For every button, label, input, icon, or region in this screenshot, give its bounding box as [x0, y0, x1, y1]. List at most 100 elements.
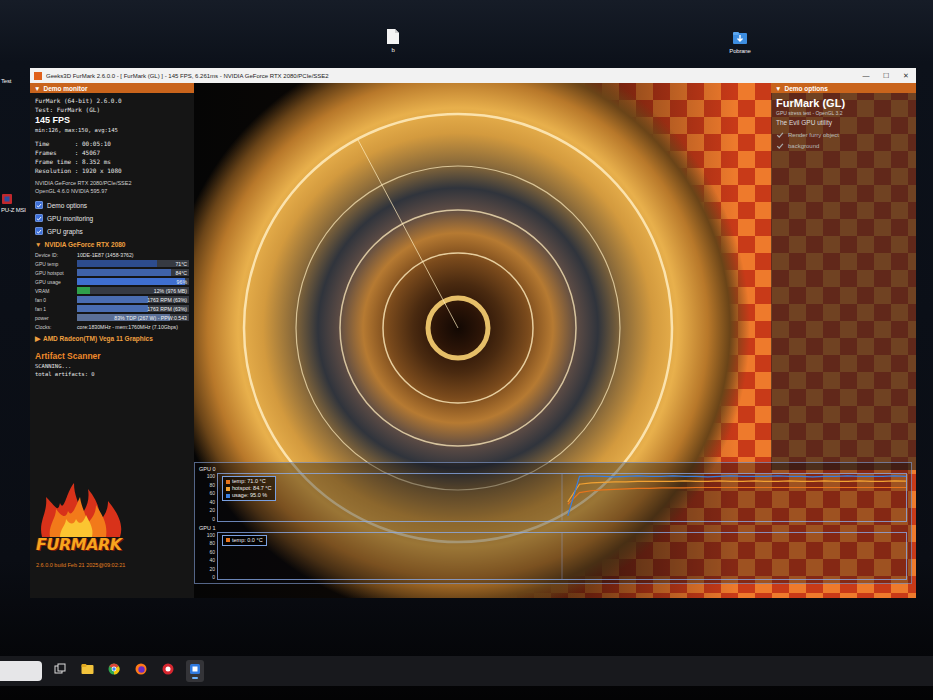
gpu-metric-value: 71°C [175, 261, 187, 267]
demo-description: GPU stress test - OpenGL 3.2The Evil GPU… [771, 110, 916, 130]
legend-item: usage: 95.0 % [226, 492, 272, 499]
graph-plot: temp: 0.0 °C [217, 532, 907, 581]
panel-header-label: Demo monitor [43, 85, 87, 92]
desktop-icon-label: Pobrane [729, 48, 750, 54]
demo-option-row[interactable]: background [771, 141, 916, 152]
check-icon [36, 228, 42, 235]
legend-item: temp: 71.0 °C [226, 478, 272, 485]
window-control-button[interactable]: ✕ [902, 72, 910, 80]
gpu-metric-row: GPU temp71°C [35, 260, 189, 268]
taskbar-app[interactable] [132, 660, 150, 682]
gpu-metric-label: GPU usage [35, 279, 75, 285]
desktop-icon[interactable]: b [373, 28, 413, 53]
graph-axis: 100806040200 [199, 473, 215, 522]
gpu-metric-row: GPU hotspot84°C [35, 269, 189, 277]
demo-option-row[interactable]: Render furry object [771, 130, 916, 141]
downloads-folder-icon [732, 30, 748, 46]
desktop-icon-label: b [391, 47, 394, 53]
renderer-info: NVIDIA GeForce RTX 2080/PCIe/SSE2OpenGL … [30, 177, 194, 198]
gpu-metric-bar: 1763 RPM (63%) [77, 296, 189, 303]
panel-header[interactable]: ▼Demo monitor [30, 83, 194, 93]
collapse-toggle[interactable]: ▼ [34, 85, 40, 92]
graph-line [568, 481, 906, 502]
option-label: Demo options [47, 202, 87, 209]
expand-toggle[interactable]: ▶ [35, 335, 40, 343]
demo-title: FurMark (GL) [771, 93, 916, 110]
clocks-value: core:1830MHz - mem:1760MHz (7.10Gbps) [77, 324, 189, 330]
window-body: ▼Demo monitorFurMark (64-bit) 2.6.0.0Tes… [30, 83, 916, 598]
furmark-logo: FURMARK 2.6.0.0 build Feb 21 2025@09:02:2… [30, 483, 194, 598]
taskbar-app[interactable] [105, 660, 123, 682]
legend-label: temp: 0.0 °C [232, 537, 263, 544]
window-control-button[interactable]: — [862, 72, 870, 80]
demo-monitor-panel: ▼Demo monitorFurMark (64-bit) 2.6.0.0Tes… [30, 83, 194, 598]
graph-line [568, 487, 906, 504]
file-explorer-icon [81, 663, 94, 675]
graph-axis: 100806040200 [199, 532, 215, 581]
checkbox[interactable] [35, 227, 43, 235]
gpu-metric-value: 1763 RPM (63%) [147, 297, 187, 303]
legend-item: hotspot: 84.7 °C [226, 485, 272, 492]
furmark-icon [189, 663, 201, 675]
check-icon [776, 131, 784, 139]
gpu-header[interactable]: ▶AMD Radeon(TM) Vega 11 Graphics [30, 333, 194, 345]
axis-tick: 100 [207, 473, 215, 479]
axis-tick: 80 [209, 540, 215, 546]
graph-legend: temp: 71.0 °Chotspot: 84.7 °Cusage: 95.0… [222, 476, 276, 501]
option-checkbox-row[interactable]: GPU monitoring [35, 213, 189, 224]
demo-options-panel: ▼Demo optionsFurMark (GL)GPU stress test… [771, 83, 916, 470]
build-info: 2.6.0.0 build Feb 21 2025@09:02:21 [36, 562, 125, 568]
app-icon [162, 663, 174, 675]
gpu-metric-value: 83% TDP (267 W) - PPW:0.543 [114, 315, 187, 321]
collapse-toggle[interactable]: ▼ [35, 241, 41, 248]
taskbar-app[interactable] [186, 660, 204, 682]
stat-line: Time : 00:05:10 [35, 140, 189, 148]
graph-line [568, 476, 906, 516]
panel-header[interactable]: ▼Demo options [771, 83, 916, 93]
monitor-options: Demo options GPU monitoring GPU graphs [30, 198, 194, 239]
artifact-scanner-title: Artifact Scanner [35, 351, 189, 362]
axis-tick: 20 [209, 507, 215, 513]
option-label: Render furry object [788, 132, 839, 138]
title-bar[interactable]: Geeks3D FurMark 2.6.0.0 - [ FurMark (GL)… [30, 68, 916, 83]
stat-line: Frames : 45067 [35, 149, 189, 157]
option-checkbox-row[interactable]: GPU graphs [35, 226, 189, 237]
window-controls: — ☐ ✕ [862, 72, 910, 80]
panel-header-label: Demo options [784, 85, 827, 92]
taskbar-app[interactable] [51, 660, 69, 682]
running-indicator [165, 677, 171, 679]
legend-label: hotspot: 84.7 °C [232, 485, 272, 492]
option-checkbox-row[interactable]: Demo options [35, 200, 189, 211]
window-control-button[interactable]: ☐ [882, 72, 890, 80]
search-box[interactable] [0, 661, 42, 681]
checkbox[interactable] [776, 142, 784, 151]
desktop-icon[interactable]: Test [1, 78, 11, 84]
gpu-metric-label: GPU hotspot [35, 270, 75, 276]
graph-label: GPU 1 [199, 525, 907, 532]
document-icon [386, 28, 400, 45]
collapse-toggle[interactable]: ▼ [775, 85, 781, 92]
taskbar-app[interactable] [78, 660, 96, 682]
gpu-header[interactable]: ▼NVIDIA GeForce RTX 2080 [30, 239, 194, 250]
checkbox[interactable] [35, 214, 43, 222]
checkbox[interactable] [35, 201, 43, 209]
app-version: FurMark (64-bit) 2.6.0.0 [35, 97, 189, 105]
desktop-icon[interactable]: Pobrane [720, 30, 760, 54]
cpuz-icon [1, 193, 13, 205]
gpu-metric-value: 12% (976 MB) [154, 288, 187, 294]
chrome-icon [108, 663, 120, 675]
check-icon [36, 215, 42, 222]
checkbox[interactable] [776, 131, 784, 140]
logo-text: FURMARK [36, 535, 122, 554]
legend-label: usage: 95.0 % [232, 492, 267, 499]
desktop-icon[interactable]: PU-Z MSI [1, 193, 26, 213]
gpu-metric-row: GPU usage 96% [35, 278, 189, 286]
check-icon [36, 202, 42, 209]
taskbar-app[interactable] [159, 660, 177, 682]
demo-subtitle: GPU stress test - OpenGL 3.2 [776, 110, 911, 117]
stat-line: Resolution : 1920 x 1080 [35, 167, 189, 175]
opengl-version: OpenGL 4.6.0 NVIDIA 595.97 [35, 188, 189, 195]
axis-tick: 60 [209, 549, 215, 555]
gpu-metric-value: 96% [177, 279, 187, 285]
gpu-metric-row: fan 11763 RPM (63%) [35, 305, 189, 313]
